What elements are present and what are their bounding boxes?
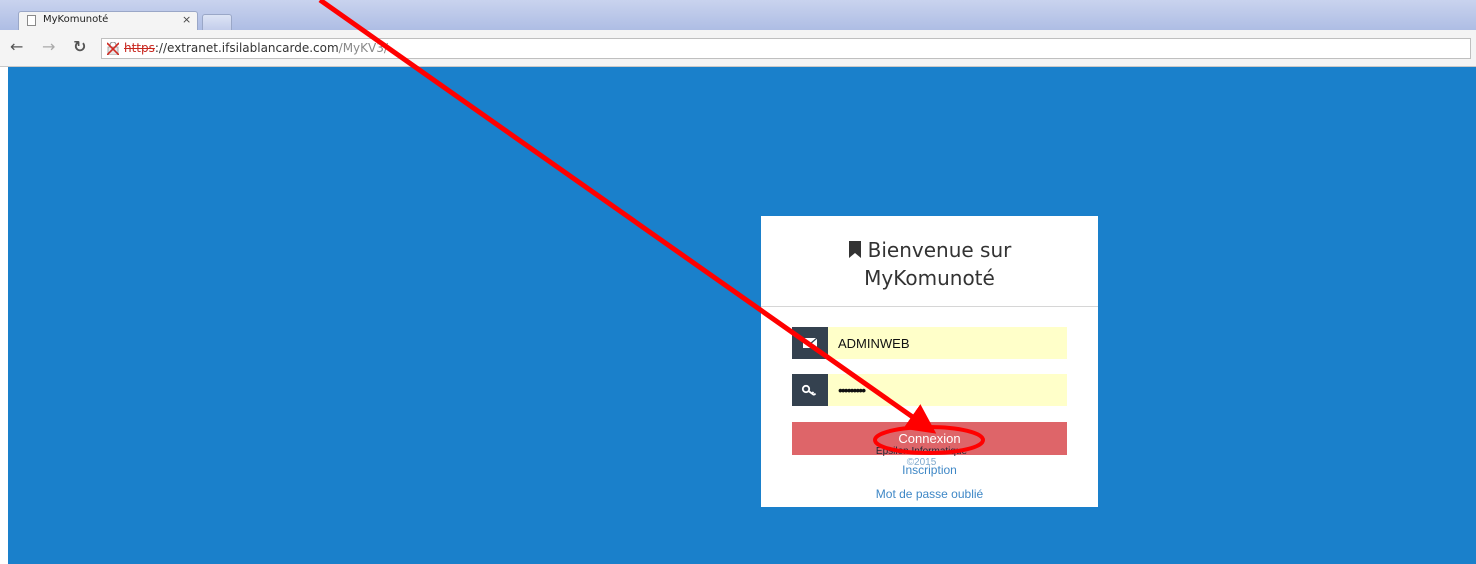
page-footer: Epsilon Informatique ©2015 [753, 446, 1090, 468]
tab-strip: MyKomunoté × [0, 0, 1476, 30]
reload-icon[interactable]: ↻ [73, 37, 86, 57]
login-header: Bienvenue sur MyKomunoté [761, 216, 1098, 307]
forgot-password-link[interactable]: Mot de passe oublié [761, 487, 1098, 501]
url-text: https://extranet.ifsilablancarde.com/MyK… [124, 41, 388, 55]
back-icon[interactable]: ← [10, 37, 23, 57]
new-tab-button[interactable] [202, 14, 232, 30]
password-field [792, 374, 1067, 406]
insecure-lock-icon [107, 42, 119, 55]
browser-toolbar: ← → ↻ https://extranet.ifsilablancarde.c… [0, 30, 1476, 67]
close-icon[interactable]: × [182, 13, 191, 26]
username-field [792, 327, 1067, 359]
url-scheme: https [124, 41, 155, 55]
login-title: Bienvenue sur [761, 238, 1098, 262]
forward-icon[interactable]: → [42, 37, 55, 57]
login-title-line2: MyKomunoté [864, 266, 995, 290]
envelope-icon [802, 337, 818, 348]
address-bar[interactable]: https://extranet.ifsilablancarde.com/MyK… [101, 38, 1471, 59]
login-title-line1: Bienvenue sur [867, 238, 1012, 262]
page-icon [27, 15, 36, 26]
url-path: /MyKV3/ [338, 41, 388, 55]
key-icon-box [792, 374, 828, 406]
envelope-icon-box [792, 327, 828, 359]
footer-copyright: ©2015 [906, 457, 937, 468]
tab-title: MyKomunoté [43, 14, 109, 25]
bookmark-icon [848, 241, 861, 258]
password-input[interactable] [828, 374, 1067, 406]
username-input[interactable] [828, 327, 1067, 359]
url-host: ://extranet.ifsilablancarde.com [154, 41, 339, 55]
footer-company: Epsilon Informatique [875, 446, 968, 457]
page-background: Bienvenue sur MyKomunoté Connexio [8, 67, 1476, 564]
key-icon [801, 384, 817, 396]
browser-tab[interactable]: MyKomunoté × [18, 11, 198, 30]
